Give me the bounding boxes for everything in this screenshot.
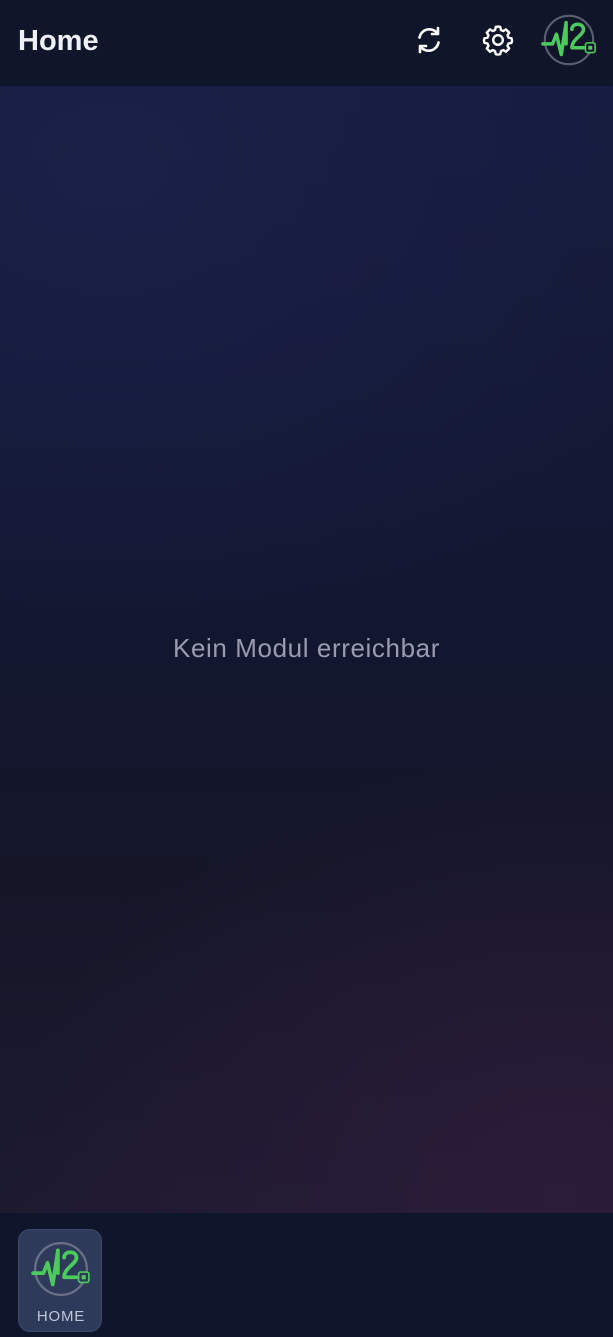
app-logo-icon [31,1242,90,1296]
app-logo-button[interactable] [540,11,598,69]
refresh-button[interactable] [405,16,453,64]
gear-icon [482,25,514,56]
page-title: Home [18,25,99,57]
bottom-navigation: HOME [0,1213,613,1337]
settings-button[interactable] [474,16,522,64]
nav-item-label: HOME [36,1308,86,1325]
empty-state-message: Kein Modul erreichbar [173,633,440,663]
module-list-area: Kein Modul erreichbar [0,86,613,1213]
top-app-bar: Home [0,0,613,86]
refresh-icon [418,26,440,54]
app-logo-icon [541,14,596,66]
app-root: Home Kein Modul erreichbar HOME [0,0,613,1337]
nav-item-home[interactable]: HOME [18,1229,102,1332]
